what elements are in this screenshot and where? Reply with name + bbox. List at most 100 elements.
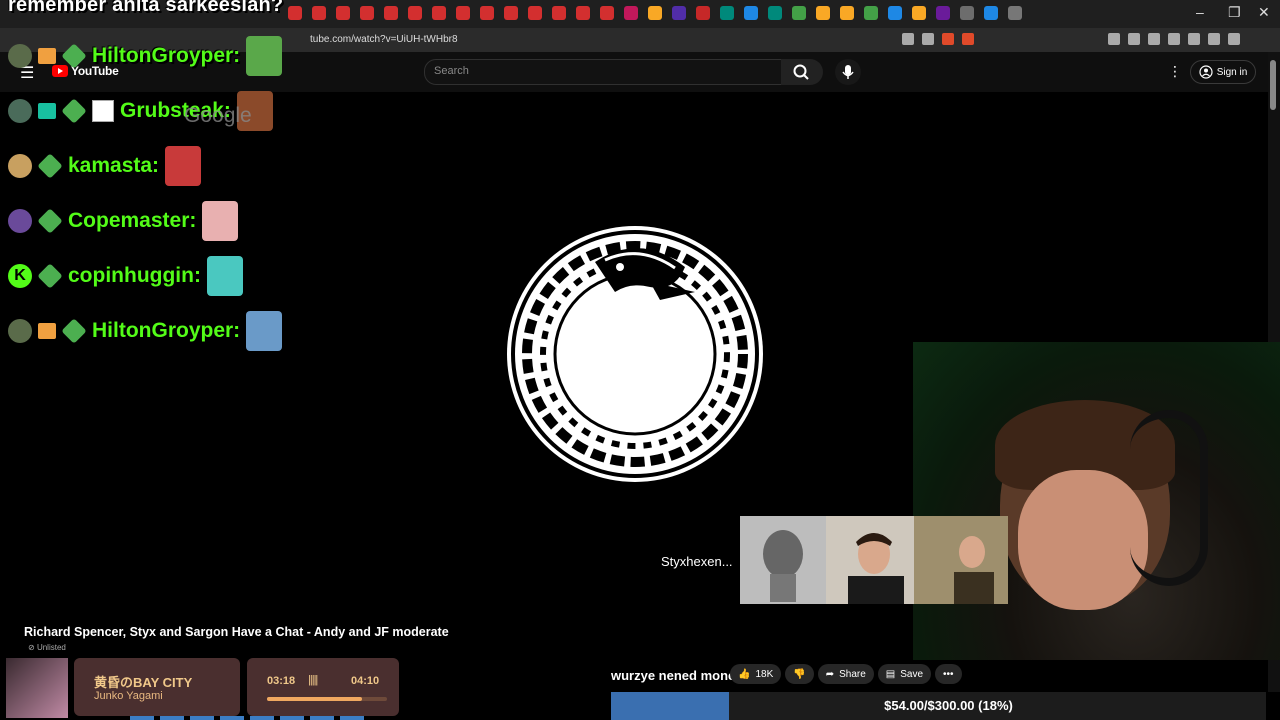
tab-favicon-icon[interactable] <box>576 6 590 20</box>
video-thumbnail[interactable] <box>914 516 1008 604</box>
gift-badge-icon <box>38 323 56 339</box>
diamond-badge-icon <box>61 318 87 344</box>
tab-favicon-icon[interactable] <box>360 6 374 20</box>
tab-favicon-icon[interactable] <box>336 6 350 20</box>
tab-favicon-icon[interactable] <box>792 6 806 20</box>
more-options-icon[interactable]: ⋮ <box>1168 63 1182 80</box>
sign-in-label: Sign in <box>1216 66 1248 78</box>
share-label: Share <box>839 668 866 680</box>
person-image <box>848 533 904 604</box>
tab-favicon-icon[interactable] <box>696 6 710 20</box>
tab-favicon-icon[interactable] <box>672 6 686 20</box>
equalizer-icon: ||||| <box>308 674 318 686</box>
tab-favicon-icon[interactable] <box>744 6 758 20</box>
stream-overlay-title: remember anita sarkeesian? <box>8 0 284 16</box>
chat-username: HiltonGroyper: <box>92 319 241 342</box>
person-image <box>954 536 994 604</box>
streamer-face <box>1018 470 1148 610</box>
share-button[interactable]: ➦ Share <box>817 664 874 684</box>
kick-badge-icon: K <box>8 264 32 288</box>
taskbar-item[interactable] <box>280 716 304 720</box>
voice-search-button[interactable] <box>835 59 861 85</box>
tab-favicon-icon[interactable] <box>768 6 782 20</box>
tab-favicon-icon[interactable] <box>936 6 950 20</box>
chat-message: Copemaster: <box>8 201 239 241</box>
tab-favicon-icon[interactable] <box>624 6 638 20</box>
extension-icon[interactable] <box>1128 33 1140 45</box>
like-count: 18K <box>755 668 774 680</box>
donation-goal-text: $54.00/$300.00 (18%) <box>884 698 1013 713</box>
thumbnail-label[interactable]: Styxhexen... <box>661 554 733 569</box>
share-icon[interactable] <box>922 33 934 45</box>
tab-favicon-icon[interactable] <box>480 6 494 20</box>
diamond-badge-icon <box>37 263 63 289</box>
tab-favicon-icon[interactable] <box>552 6 566 20</box>
maximize-button[interactable]: ❐ <box>1228 4 1241 21</box>
tab-favicon-icon[interactable] <box>528 6 542 20</box>
save-button[interactable]: ▤ Save <box>877 664 932 684</box>
scrollbar-thumb[interactable] <box>1270 60 1276 110</box>
video-title: Richard Spencer, Styx and Sargon Have a … <box>24 625 449 639</box>
taskbar-item[interactable] <box>340 716 364 720</box>
close-window-button[interactable]: ✕ <box>1258 4 1270 21</box>
video-thumbnail[interactable] <box>826 516 914 604</box>
tab-favicon-icon[interactable] <box>984 6 998 20</box>
minimize-button[interactable]: – <box>1196 4 1204 20</box>
video-thumbnail[interactable] <box>740 516 826 604</box>
google-watermark: Google <box>184 104 252 127</box>
tab-favicon-icon[interactable] <box>288 6 302 20</box>
like-button[interactable]: 👍 18K <box>730 664 782 684</box>
microphone-icon <box>842 65 854 79</box>
extension-icon[interactable] <box>1108 33 1120 45</box>
taskbar-item[interactable] <box>310 716 334 720</box>
tab-favicon-icon[interactable] <box>432 6 446 20</box>
chat-avatar <box>8 154 32 178</box>
chat-username: HiltonGroyper: <box>92 44 241 67</box>
tab-favicon-icon[interactable] <box>912 6 926 20</box>
extensions-toolbar[interactable] <box>1108 33 1240 45</box>
tab-favicon-icon[interactable] <box>600 6 614 20</box>
tab-favicon-icon[interactable] <box>888 6 902 20</box>
tab-favicon-icon[interactable] <box>648 6 662 20</box>
tab-favicon-icon[interactable] <box>960 6 974 20</box>
menu-icon[interactable] <box>1228 33 1240 45</box>
music-total-time: 04:10 <box>351 675 380 687</box>
cast-icon[interactable] <box>902 33 914 45</box>
brave-shield-icon[interactable] <box>942 33 954 45</box>
taskbar-item[interactable] <box>130 716 154 720</box>
tab-favicon-icon[interactable] <box>456 6 470 20</box>
taskbar-item[interactable] <box>190 716 214 720</box>
tab-favicon-icon[interactable] <box>840 6 854 20</box>
song-title: 黄昏のBAY CITY <box>94 675 193 690</box>
taskbar-item[interactable] <box>160 716 184 720</box>
tab-favicon-icon[interactable] <box>384 6 398 20</box>
url-text[interactable]: tube.com/watch?v=UiUH-tWHbr8 <box>310 34 458 45</box>
tab-favicon-icon[interactable] <box>720 6 734 20</box>
taskbar-item[interactable] <box>220 716 244 720</box>
vpn-icon[interactable] <box>1208 33 1220 45</box>
tab-favicon-icon[interactable] <box>504 6 518 20</box>
tab-favicon-icon[interactable] <box>312 6 326 20</box>
tab-favicon-icon[interactable] <box>1008 6 1022 20</box>
chat-avatar <box>8 44 32 68</box>
brave-rewards-icon[interactable] <box>962 33 974 45</box>
wallet-icon[interactable] <box>1188 33 1200 45</box>
sidebar-icon[interactable] <box>1168 33 1180 45</box>
more-actions-button[interactable]: ••• <box>935 664 962 684</box>
search-input[interactable] <box>424 59 782 85</box>
tab-favicon-icon[interactable] <box>816 6 830 20</box>
browser-tabs[interactable] <box>288 6 1022 20</box>
tab-favicon-icon[interactable] <box>864 6 878 20</box>
tab-favicon-icon[interactable] <box>408 6 422 20</box>
search-button[interactable] <box>781 59 823 85</box>
chat-username: kamasta: <box>68 154 160 177</box>
broken-image-icon <box>92 100 114 122</box>
chat-username: copinhuggin: <box>68 264 201 287</box>
media-icon[interactable] <box>1148 33 1160 45</box>
dislike-button[interactable]: 👎 <box>785 664 814 684</box>
taskbar-item[interactable] <box>250 716 274 720</box>
sign-in-button[interactable]: Sign in <box>1190 60 1256 84</box>
visibility-label: Unlisted <box>36 643 66 652</box>
gift-badge-icon <box>38 48 56 64</box>
address-bar-icons[interactable] <box>902 33 974 45</box>
